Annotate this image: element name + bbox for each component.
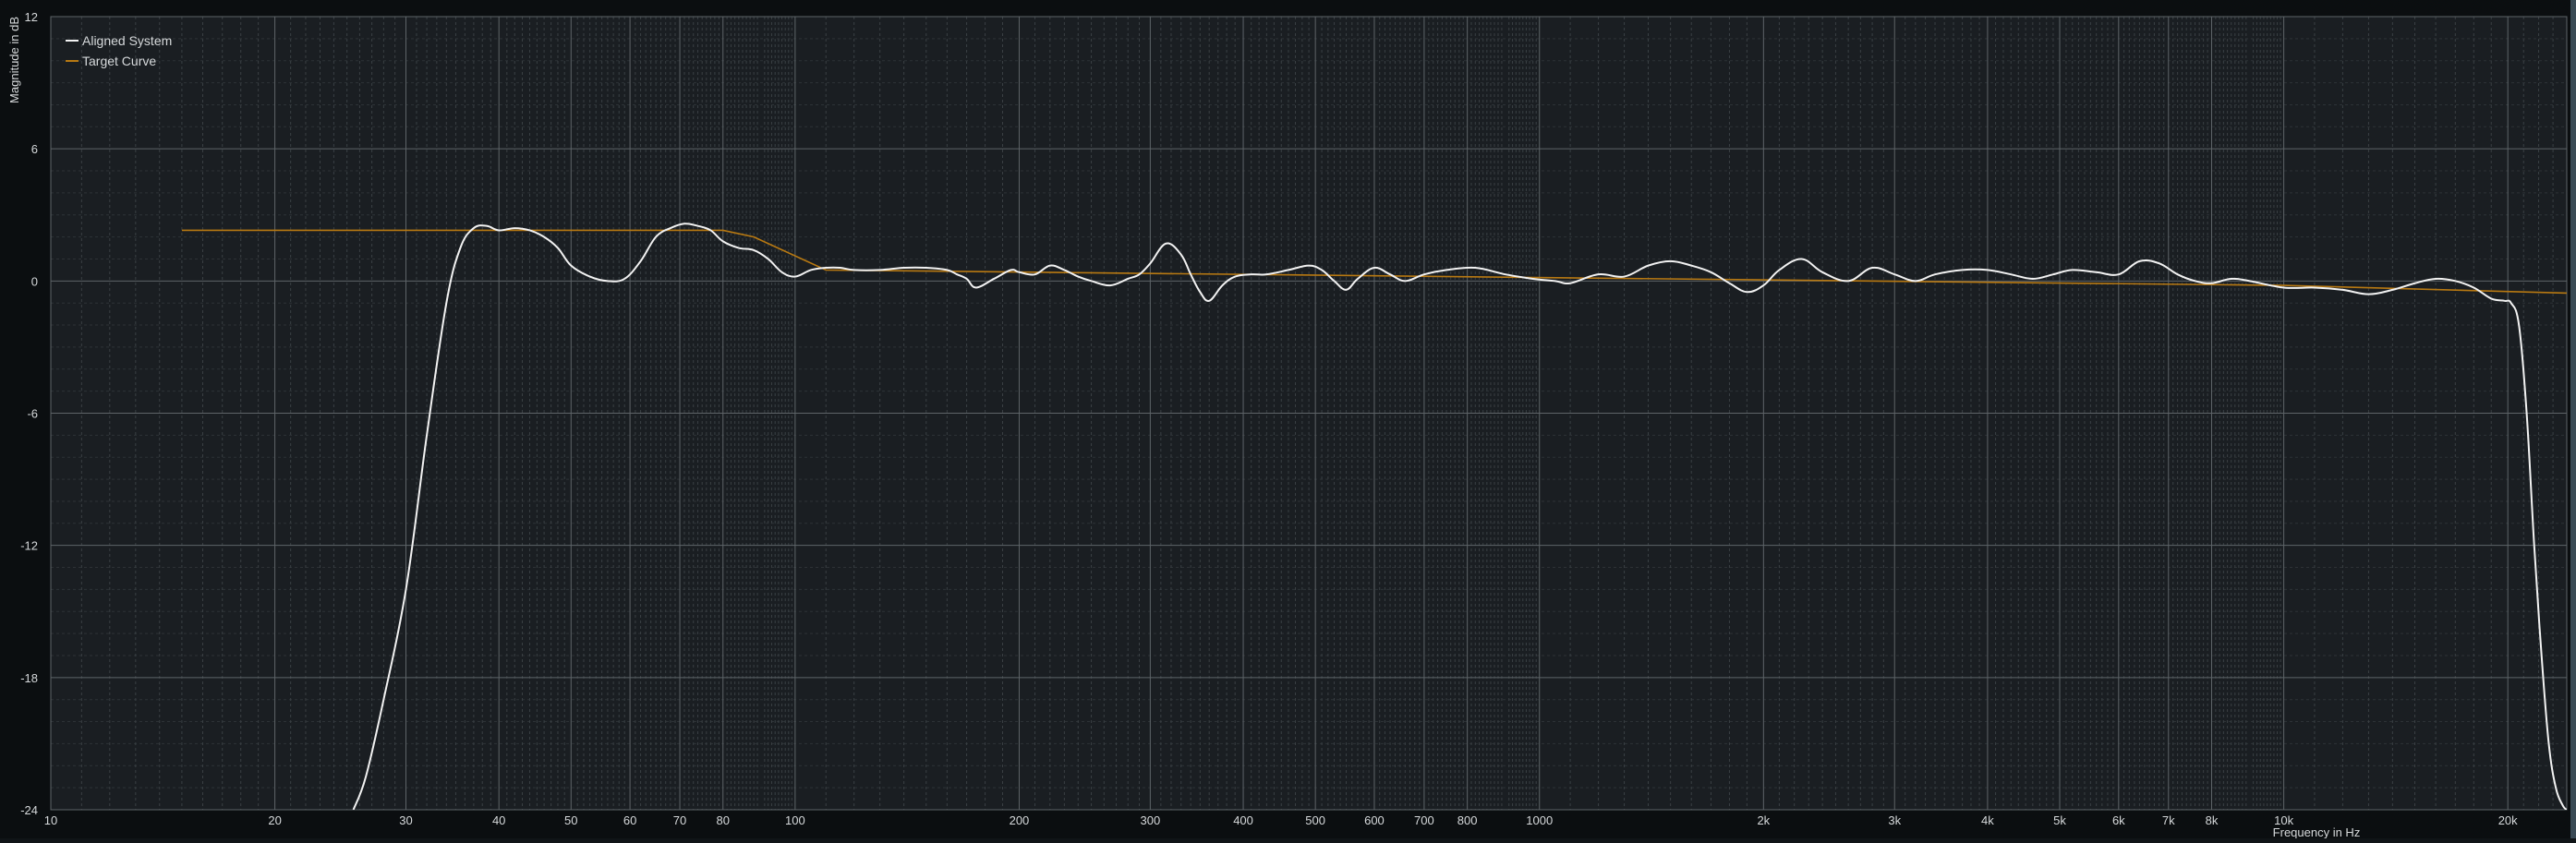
legend-label-aligned-system: Aligned System xyxy=(82,33,172,48)
x-tick-label: 700 xyxy=(1414,813,1434,827)
x-tick-label: 4k xyxy=(1981,813,1994,827)
y-axis-label: Magnitude in dB xyxy=(7,17,21,103)
x-tick-label: 6k xyxy=(2112,813,2125,827)
x-tick-label: 5k xyxy=(2053,813,2066,827)
x-tick-label: 8k xyxy=(2206,813,2219,827)
x-tick-label: 80 xyxy=(717,813,730,827)
frequency-response-chart: 12 6 0 -6 -12 -18 -24 10 20 30 40 50 60 70 80 100 200 30… xyxy=(0,0,2576,839)
y-tick-label: -12 xyxy=(20,539,38,553)
x-tick-label: 1000 xyxy=(1526,813,1553,827)
x-tick-label: 70 xyxy=(673,813,686,827)
chart-canvas: 1260-6-12-18-24 10 20 30 40 50 60 70 80 100 200 30… xyxy=(0,0,2576,839)
x-tick-label: 200 xyxy=(1010,813,1030,827)
x-tick-label: 2k xyxy=(1757,813,1770,827)
x-axis-label: Frequency in Hz xyxy=(2273,825,2361,838)
x-tick-label: 40 xyxy=(492,813,505,827)
x-tick-label: 60 xyxy=(623,813,636,827)
x-tick-label: 600 xyxy=(1364,813,1385,827)
legend-label-target-curve: Target Curve xyxy=(82,54,156,68)
y-tick-label: 6 xyxy=(31,142,38,156)
x-tick-label: 500 xyxy=(1305,813,1325,827)
x-tick-label: 20k xyxy=(2498,813,2518,827)
x-tick-label: 7k xyxy=(2162,813,2175,827)
y-tick-label: -18 xyxy=(20,671,38,685)
x-tick-label: 30 xyxy=(399,813,412,827)
x-tick-label: 10 xyxy=(44,813,57,827)
window-edge-strip xyxy=(2570,0,2576,838)
x-tick-label: 100 xyxy=(785,813,805,827)
x-tick-label: 300 xyxy=(1141,813,1161,827)
y-tick-label: -24 xyxy=(20,803,38,817)
y-tick-label: 0 xyxy=(31,274,38,288)
y-tick-label: 12 xyxy=(25,10,38,24)
x-tick-label: 20 xyxy=(268,813,281,827)
y-tick-label: -6 xyxy=(27,407,38,421)
x-tick-label: 50 xyxy=(564,813,577,827)
x-tick-label: 400 xyxy=(1233,813,1253,827)
x-tick-label: 800 xyxy=(1457,813,1478,827)
x-tick-label: 3k xyxy=(1888,813,1901,827)
